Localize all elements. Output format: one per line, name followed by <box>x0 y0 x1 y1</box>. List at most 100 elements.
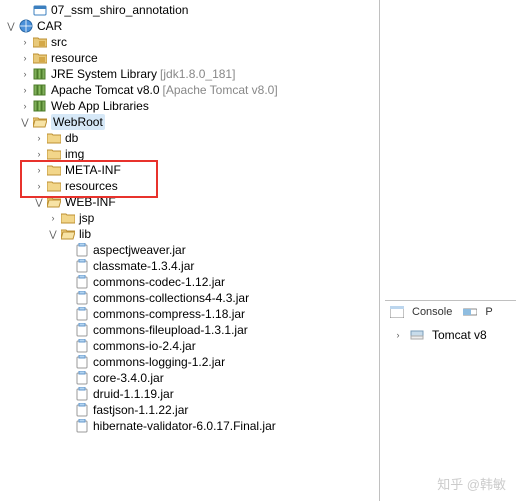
folder-icon <box>46 146 62 162</box>
tree-item-label: db <box>65 130 78 146</box>
expander-icon[interactable]: › <box>46 211 60 225</box>
jar-icon <box>74 370 90 386</box>
jar-icon <box>74 306 90 322</box>
tree-item-resource[interactable]: › resource <box>0 50 379 66</box>
tree-item-webinf[interactable]: ⋁ WEB-INF <box>0 194 379 210</box>
project-icon <box>32 2 48 18</box>
tree-item-label: src <box>51 34 67 50</box>
tree-item-label: fastjson-1.1.22.jar <box>93 402 188 418</box>
right-panel: Console P › Tomcat v8 <box>381 0 516 501</box>
jar-icon <box>74 338 90 354</box>
tree-item-label: 07_ssm_shiro_annotation <box>51 2 188 18</box>
tree-item-img[interactable]: › img <box>0 146 379 162</box>
folder-icon <box>46 178 62 194</box>
tree-item-jar[interactable]: commons-collections4-4.3.jar <box>0 290 379 306</box>
library-icon <box>32 98 48 114</box>
tree-item-webroot[interactable]: ⋁ WebRoot <box>0 114 379 130</box>
console-view-header[interactable]: Console P <box>385 301 516 323</box>
tree-item-jar[interactable]: classmate-1.3.4.jar <box>0 258 379 274</box>
tree-item-db[interactable]: › db <box>0 130 379 146</box>
library-icon <box>32 66 48 82</box>
server-label: Tomcat v8 <box>432 328 487 342</box>
expander-icon[interactable]: › <box>32 147 46 161</box>
tree-item-label: META-INF <box>65 162 121 178</box>
tree-item-label: commons-io-2.4.jar <box>93 338 196 354</box>
tree-item-label: resource <box>51 50 98 66</box>
tree-item-label: commons-fileupload-1.3.1.jar <box>93 322 248 338</box>
jar-icon <box>74 290 90 306</box>
tree-item-label: JRE System Library <box>51 66 157 82</box>
console-tab-label: Console <box>412 306 452 318</box>
tree-item-jar[interactable]: commons-compress-1.18.jar <box>0 306 379 322</box>
tree-item-webapp-libs[interactable]: › Web App Libraries <box>0 98 379 114</box>
tree-item-jar[interactable]: core-3.4.0.jar <box>0 370 379 386</box>
tree-item-label: Apache Tomcat v8.0 <box>51 82 160 98</box>
expander-icon[interactable]: ⋁ <box>18 115 32 129</box>
folder-open-icon <box>32 114 48 130</box>
tree-item-label: commons-codec-1.12.jar <box>93 274 225 290</box>
tree-item-jar[interactable]: commons-logging-1.2.jar <box>0 354 379 370</box>
expander-icon[interactable]: › <box>18 99 32 113</box>
tree-item-lib[interactable]: ⋁ lib <box>0 226 379 242</box>
progress-tab-label: P <box>485 306 492 318</box>
tree-item-jar[interactable]: commons-fileupload-1.3.1.jar <box>0 322 379 338</box>
console-view[interactable]: Console P › Tomcat v8 <box>385 300 516 347</box>
server-item[interactable]: › Tomcat v8 <box>391 327 510 343</box>
expander-icon[interactable]: ⋁ <box>32 195 46 209</box>
source-folder-icon <box>32 34 48 50</box>
tree-item-label: resources <box>65 178 118 194</box>
expander-icon[interactable]: › <box>18 51 32 65</box>
folder-icon <box>60 210 76 226</box>
tree-item-label: CAR <box>37 18 62 34</box>
tree-item-tomcat[interactable]: › Apache Tomcat v8.0 [Apache Tomcat v8.0… <box>0 82 379 98</box>
tree-item-version: [jdk1.8.0_181] <box>160 66 235 82</box>
source-folder-icon <box>32 50 48 66</box>
expander-icon[interactable]: ⋁ <box>46 227 60 241</box>
tree-item-label: commons-logging-1.2.jar <box>93 354 225 370</box>
tree-item-label: classmate-1.3.4.jar <box>93 258 194 274</box>
console-icon <box>389 304 405 320</box>
folder-icon <box>46 162 62 178</box>
expander-icon[interactable]: › <box>32 131 46 145</box>
library-icon <box>32 82 48 98</box>
folder-open-icon <box>60 226 76 242</box>
project-explorer-tree[interactable]: 07_ssm_shiro_annotation ⋁ CAR › src › re… <box>0 0 380 501</box>
jar-icon <box>74 274 90 290</box>
expander-icon[interactable]: ⋁ <box>4 19 18 33</box>
jar-icon <box>74 386 90 402</box>
folder-open-icon <box>46 194 62 210</box>
tree-item-label: WebRoot <box>51 114 105 130</box>
jar-icon <box>74 242 90 258</box>
tree-item-label: img <box>65 146 84 162</box>
tree-item-src[interactable]: › src <box>0 34 379 50</box>
tree-item-label: WEB-INF <box>65 194 116 210</box>
tree-item-version: [Apache Tomcat v8.0] <box>163 82 278 98</box>
tree-item-label: lib <box>79 226 91 242</box>
tree-item-jre[interactable]: › JRE System Library [jdk1.8.0_181] <box>0 66 379 82</box>
tree-item-label: core-3.4.0.jar <box>93 370 164 386</box>
expander-icon[interactable]: › <box>18 67 32 81</box>
tree-item-metainf[interactable]: › META-INF <box>0 162 379 178</box>
tree-item-label: jsp <box>79 210 94 226</box>
tree-item-jar[interactable]: fastjson-1.1.22.jar <box>0 402 379 418</box>
tree-item-label: Web App Libraries <box>51 98 149 114</box>
tree-item-jar[interactable]: druid-1.1.19.jar <box>0 386 379 402</box>
tree-item-label: commons-collections4-4.3.jar <box>93 290 249 306</box>
expander-icon[interactable]: › <box>32 179 46 193</box>
expander-icon[interactable]: › <box>18 83 32 97</box>
jar-icon <box>74 258 90 274</box>
watermark: 知乎 @韩敏 <box>437 474 506 493</box>
tree-item-resources[interactable]: › resources <box>0 178 379 194</box>
tree-item-jsp[interactable]: › jsp <box>0 210 379 226</box>
tree-item-label: aspectjweaver.jar <box>93 242 186 258</box>
tree-item-car[interactable]: ⋁ CAR <box>0 18 379 34</box>
tree-item-annotation[interactable]: 07_ssm_shiro_annotation <box>0 2 379 18</box>
tree-item-jar[interactable]: hibernate-validator-6.0.17.Final.jar <box>0 418 379 434</box>
expander-icon[interactable]: › <box>32 163 46 177</box>
jar-icon <box>74 418 90 434</box>
tree-item-jar[interactable]: commons-codec-1.12.jar <box>0 274 379 290</box>
expander-icon[interactable]: › <box>391 328 405 342</box>
tree-item-jar[interactable]: aspectjweaver.jar <box>0 242 379 258</box>
expander-icon[interactable]: › <box>18 35 32 49</box>
tree-item-jar[interactable]: commons-io-2.4.jar <box>0 338 379 354</box>
